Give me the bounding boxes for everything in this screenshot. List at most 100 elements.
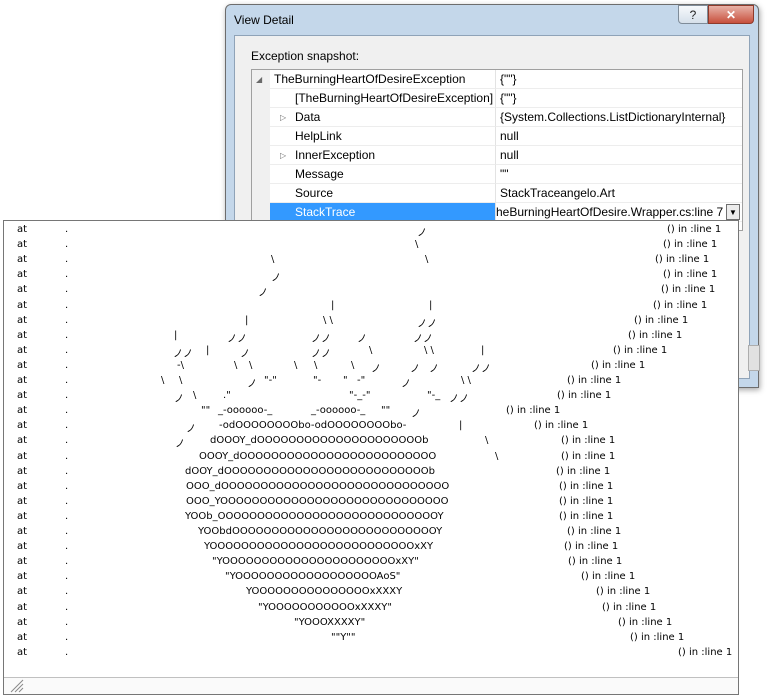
frame-location: () in :line 1 xyxy=(581,571,636,583)
dialog-title: View Detail xyxy=(234,13,294,27)
frame-location: () in :line 1 xyxy=(602,601,657,613)
property-value-cell[interactable]: null xyxy=(496,146,742,165)
frame-location: () in :line 1 xyxy=(556,465,611,477)
row-gutter xyxy=(252,165,270,184)
property-name-cell[interactable]: ▷ InnerException xyxy=(270,146,496,165)
ascii-art-fragment: | xyxy=(429,299,433,311)
property-value: "" xyxy=(500,167,509,181)
stack-trace-line: at. ノ () in :line 1 xyxy=(4,224,738,239)
stack-trace-line: at. -\ \ \ \ \ \ ノノノノノ() in :line 1 xyxy=(4,360,738,375)
property-row[interactable]: [TheBurningHeartOfDesireException] {""} xyxy=(252,89,742,108)
ascii-art-fragment: ." xyxy=(223,390,231,402)
property-value: null xyxy=(500,129,519,143)
frame-location: () in :line 1 xyxy=(561,450,616,462)
frame-location: () in :line 1 xyxy=(613,344,668,356)
property-name: InnerException xyxy=(295,148,376,162)
frame-at-label: at xyxy=(17,631,28,643)
ascii-art-fragment: _-oooooo-_ xyxy=(218,405,273,417)
frame-at-label: at xyxy=(17,224,28,235)
stack-trace-line: at. ノ dOOOY_dOOOOOOOOOOOOOOOOOOOOOb \ () in … xyxy=(4,435,738,450)
property-value-cell[interactable]: {System.Collections.ListDictionaryIntern… xyxy=(496,108,742,127)
frame-dot: . xyxy=(65,480,69,492)
help-button[interactable]: ? xyxy=(678,5,708,24)
property-value-cell[interactable]: StackTraceangelo.Art xyxy=(496,184,742,203)
frame-at-label: at xyxy=(17,344,28,356)
property-value-cell[interactable]: {""} xyxy=(496,89,742,108)
property-name-cell[interactable]: [TheBurningHeartOfDesireException] xyxy=(270,89,496,108)
ascii-art-fragment: YOOOOOOOOOOOOOOOxXXXY xyxy=(246,586,403,598)
property-name-cell[interactable]: TheBurningHeartOfDesireException xyxy=(270,70,496,89)
frame-location: () in :line 1 xyxy=(559,495,614,507)
ascii-art-fragment: "" xyxy=(381,405,391,417)
frame-dot: . xyxy=(65,556,69,568)
property-row[interactable]: Message "" xyxy=(252,165,742,184)
value-dropdown-icon[interactable]: ▼ xyxy=(726,204,740,220)
ascii-art-fragment: \ xyxy=(369,344,373,356)
ascii-art-fragment: | xyxy=(481,344,485,356)
frame-location: () in :line 1 xyxy=(591,359,646,371)
property-value-cell[interactable]: {""} xyxy=(496,70,742,89)
property-value-cell[interactable]: null xyxy=(496,127,742,146)
ascii-art-fragment: \ \ xyxy=(323,314,333,326)
property-row[interactable]: ◢ TheBurningHeartOfDesireException {""} xyxy=(252,70,742,89)
ascii-art-fragment: \ xyxy=(234,359,238,371)
close-button[interactable]: ✕ xyxy=(708,5,754,24)
property-row[interactable]: ▷ InnerException null xyxy=(252,146,742,165)
ascii-art-fragment: | xyxy=(331,299,335,311)
frame-location: () in :line 1 xyxy=(557,390,612,402)
row-gutter: ◢ xyxy=(252,70,270,89)
frame-at-label: at xyxy=(17,541,28,553)
ascii-art-fragment: ノノ xyxy=(173,348,193,360)
collapsed-triangle-icon[interactable]: ▷ xyxy=(280,151,286,160)
stack-trace-line: at. "YOOOOOOOOOOOOOOOOOOOOOOxXY" () in :li… xyxy=(4,556,738,571)
stack-trace-popup: at. ノ () in :line 1 at. \ () in :line 1 at. \ \ (… xyxy=(3,220,739,695)
frame-at-label: at xyxy=(17,420,28,432)
expanded-triangle-icon[interactable]: ◢ xyxy=(256,75,262,84)
frame-location: () in :line 1 xyxy=(618,616,673,628)
property-name-cell[interactable]: HelpLink xyxy=(270,127,496,146)
ascii-art-fragment: "YOOOXXXXY" xyxy=(294,616,366,628)
frame-at-label: at xyxy=(17,510,28,522)
frame-at-label: at xyxy=(17,571,28,583)
stack-trace-line: at. "YOOOOOOOOOOOxXXXY" () in :line 1 xyxy=(4,602,738,617)
frame-at-label: at xyxy=(17,299,28,311)
property-value: {System.Collections.ListDictionaryIntern… xyxy=(500,110,726,124)
ascii-art-fragment: YOObdOOOOOOOOOOOOOOOOOOOOOOOOOOY xyxy=(198,526,443,537)
property-row[interactable]: HelpLink null xyxy=(252,127,742,146)
frame-dot: . xyxy=(65,510,69,522)
side-button[interactable] xyxy=(748,345,760,371)
dialog-titlebar[interactable]: View Detail ? ✕ xyxy=(226,5,758,33)
stack-trace-line: at. YOOOOOOOOOOOOOOOxXXXY () in :line 1 xyxy=(4,586,738,601)
ascii-art-fragment: ノ xyxy=(429,363,439,375)
ascii-art-fragment: ノ xyxy=(240,348,250,360)
help-icon: ? xyxy=(689,7,697,22)
ascii-art-fragment: "- xyxy=(313,375,322,386)
ascii-art-fragment: dOOY_dOOOOOOOOOOOOOOOOOOOOOOOOOOb xyxy=(185,465,435,477)
property-value: {""} xyxy=(500,91,517,105)
frame-location: () in :line 1 xyxy=(634,314,689,326)
stack-trace-line: at. OOO_YOOOOOOOOOOOOOOOOOOOOOOOOOOOOO () … xyxy=(4,496,738,511)
property-name-cell[interactable]: Message xyxy=(270,165,496,184)
frame-dot: . xyxy=(65,390,69,402)
frame-at-label: at xyxy=(17,465,28,477)
collapsed-triangle-icon[interactable]: ▷ xyxy=(280,113,286,122)
ascii-art-fragment: ノ xyxy=(186,424,196,436)
property-name: Data xyxy=(295,110,321,124)
resize-grip-icon[interactable] xyxy=(10,679,24,693)
property-name: Message xyxy=(295,167,344,181)
property-name-cell[interactable]: ▷ Data xyxy=(270,108,496,127)
stack-trace-line: at. YOOb_OOOOOOOOOOOOOOOOOOOOOOOOOOOOY () … xyxy=(4,511,738,526)
stack-trace-line: at. "YOOOOOOOOOOOOOOOOOOAoS" () in :line 1 xyxy=(4,571,738,586)
property-row[interactable]: ▷ Data {System.Collections.ListDictionaryI… xyxy=(252,108,742,127)
frame-at-label: at xyxy=(17,556,28,568)
property-name-cell[interactable]: Source xyxy=(270,184,496,203)
frame-location: () in :line 1 xyxy=(534,420,589,432)
frame-location: () in :line 1 xyxy=(663,239,718,251)
ascii-art-fragment: -" xyxy=(357,375,366,386)
frame-at-label: at xyxy=(17,586,28,598)
frame-at-label: at xyxy=(17,480,28,492)
property-row[interactable]: Source StackTraceangelo.Art xyxy=(252,184,742,203)
property-value-cell[interactable]: "" xyxy=(496,165,742,184)
frame-at-label: at xyxy=(17,239,28,251)
stack-trace-line: at. "YOOOXXXXY" () in :line 1 xyxy=(4,617,738,632)
